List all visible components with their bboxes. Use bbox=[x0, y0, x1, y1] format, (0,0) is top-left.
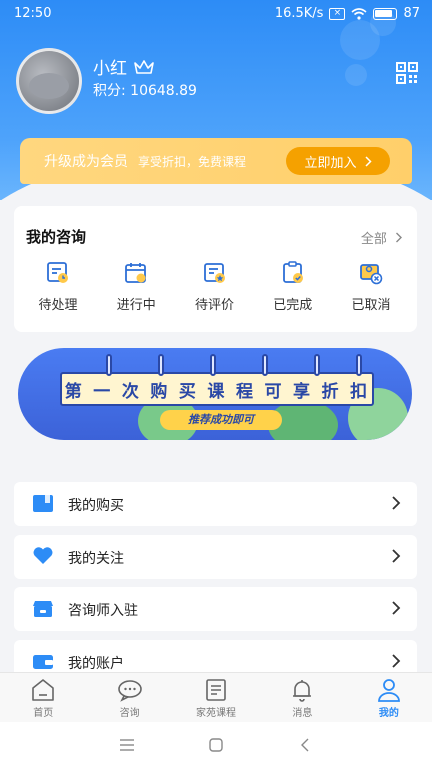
system-nav-bar bbox=[0, 722, 432, 768]
in-progress-icon bbox=[125, 263, 147, 283]
consult-title: 我的咨询 bbox=[26, 228, 87, 246]
consult-in-progress[interactable]: 进行中 bbox=[100, 260, 172, 313]
consult-status-list: 待处理 进行中 待评价 已完成 已取消 bbox=[22, 260, 407, 313]
username: 小红 bbox=[93, 54, 155, 79]
completed-icon bbox=[282, 261, 303, 283]
join-now-label: 立即加入 bbox=[304, 155, 357, 171]
review-icon bbox=[203, 263, 225, 283]
home-square-icon[interactable] bbox=[207, 736, 225, 754]
tab-home-label: 首页 bbox=[33, 708, 54, 719]
back-icon[interactable] bbox=[297, 736, 315, 754]
tab-courses[interactable]: 家苑课程 bbox=[173, 673, 259, 722]
heart-icon bbox=[33, 547, 53, 564]
menu-my-follows[interactable]: 我的关注 bbox=[14, 535, 417, 579]
tab-courses-label: 家苑课程 bbox=[196, 708, 237, 719]
bell-icon bbox=[293, 680, 312, 702]
promo-char: 第 bbox=[64, 381, 84, 402]
promo-char: 一 bbox=[93, 381, 113, 402]
consult-in-progress-label: 进行中 bbox=[116, 298, 156, 313]
consult-card: 我的咨询 全部 待处理 进行中 待评价 已完成 已取消 bbox=[14, 206, 417, 332]
promo-headline: 第 一 次 购 买 课 程 可 享 折 扣 bbox=[60, 372, 374, 406]
chevron-right-icon bbox=[392, 654, 401, 668]
promo-banner[interactable]: 第 一 次 购 买 课 程 可 享 折 扣 推荐成功即可 bbox=[18, 348, 412, 440]
wallet-icon bbox=[33, 655, 53, 669]
sim-off-icon: × bbox=[329, 7, 346, 20]
network-speed: 16.5K/s bbox=[274, 6, 324, 21]
chevron-right-icon bbox=[392, 496, 401, 510]
menu-counselor-join-label: 咨询师入驻 bbox=[68, 603, 138, 619]
purchase-icon bbox=[33, 495, 53, 512]
status-time: 12:50 bbox=[14, 6, 52, 21]
home-icon bbox=[32, 679, 55, 701]
consult-cancelled-label: 已取消 bbox=[351, 298, 391, 313]
shop-icon bbox=[33, 601, 53, 617]
menu-my-purchases[interactable]: 我的购买 bbox=[14, 482, 417, 526]
status-bar: 12:50 16.5K/s × 87 bbox=[0, 0, 432, 28]
consult-pending[interactable]: 待处理 bbox=[22, 260, 94, 313]
menu-my-follows-label: 我的关注 bbox=[68, 551, 124, 567]
promo-char: 买 bbox=[178, 381, 198, 402]
battery-level: 87 bbox=[403, 6, 420, 21]
user-icon bbox=[377, 679, 400, 702]
promo-char: 可 bbox=[264, 381, 284, 402]
promo-char: 课 bbox=[207, 381, 227, 402]
battery-icon bbox=[373, 7, 398, 20]
consult-to-review[interactable]: 待评价 bbox=[179, 260, 251, 313]
tab-mine[interactable]: 我的 bbox=[346, 673, 432, 722]
chevron-right-icon bbox=[364, 155, 372, 167]
tab-messages-label: 消息 bbox=[292, 708, 313, 719]
chat-icon bbox=[117, 680, 142, 702]
avatar[interactable] bbox=[16, 48, 82, 114]
cancelled-icon bbox=[360, 264, 383, 285]
tab-home[interactable]: 首页 bbox=[0, 673, 86, 722]
tab-messages[interactable]: 消息 bbox=[259, 673, 345, 722]
vip-banner[interactable]: 升级成为会员 享受折扣，免费课程 立即加入 bbox=[20, 138, 412, 184]
username-text: 小红 bbox=[93, 59, 127, 79]
chevron-right-icon bbox=[392, 549, 401, 563]
vip-subtitle: 享受折扣，免费课程 bbox=[138, 154, 247, 169]
tab-consult[interactable]: 咨询 bbox=[86, 673, 172, 722]
wifi-icon bbox=[351, 7, 367, 20]
points-text: 积分: 10648.89 bbox=[93, 83, 197, 99]
promo-char: 程 bbox=[235, 381, 255, 402]
bottom-tab-bar: 首页 咨询 家苑课程 消息 我的 bbox=[0, 672, 432, 722]
tab-consult-label: 咨询 bbox=[119, 708, 140, 719]
menu-my-purchases-label: 我的购买 bbox=[68, 498, 124, 514]
chevron-right-icon bbox=[392, 601, 401, 615]
promo-char: 次 bbox=[121, 381, 141, 402]
crown-icon bbox=[134, 59, 154, 74]
promo-tag: 推荐成功即可 bbox=[160, 410, 282, 430]
course-icon bbox=[206, 679, 226, 701]
promo-char: 购 bbox=[150, 381, 170, 402]
promo-char: 享 bbox=[293, 381, 313, 402]
pending-icon bbox=[47, 262, 68, 283]
consult-cancelled[interactable]: 已取消 bbox=[335, 260, 407, 313]
tab-mine-label: 我的 bbox=[378, 708, 399, 719]
menu-icon[interactable] bbox=[118, 736, 136, 754]
menu-my-account-label: 我的账户 bbox=[68, 656, 124, 672]
promo-char: 扣 bbox=[350, 381, 370, 402]
consult-completed[interactable]: 已完成 bbox=[257, 260, 329, 313]
join-now-button[interactable]: 立即加入 bbox=[286, 147, 390, 175]
promo-char: 折 bbox=[321, 381, 341, 402]
consult-completed-label: 已完成 bbox=[273, 298, 313, 313]
menu-counselor-join[interactable]: 咨询师入驻 bbox=[14, 587, 417, 631]
consult-to-review-label: 待评价 bbox=[194, 298, 234, 313]
decor-bubble bbox=[345, 64, 367, 86]
view-all-link[interactable]: 全部 bbox=[361, 228, 403, 247]
qr-code-icon[interactable] bbox=[396, 62, 418, 84]
vip-title: 升级成为会员 bbox=[44, 154, 128, 170]
chevron-right-icon bbox=[396, 232, 402, 243]
status-icons: 16.5K/s × 87 bbox=[275, 6, 420, 21]
view-all-label: 全部 bbox=[360, 232, 387, 247]
consult-pending-label: 待处理 bbox=[38, 298, 78, 313]
